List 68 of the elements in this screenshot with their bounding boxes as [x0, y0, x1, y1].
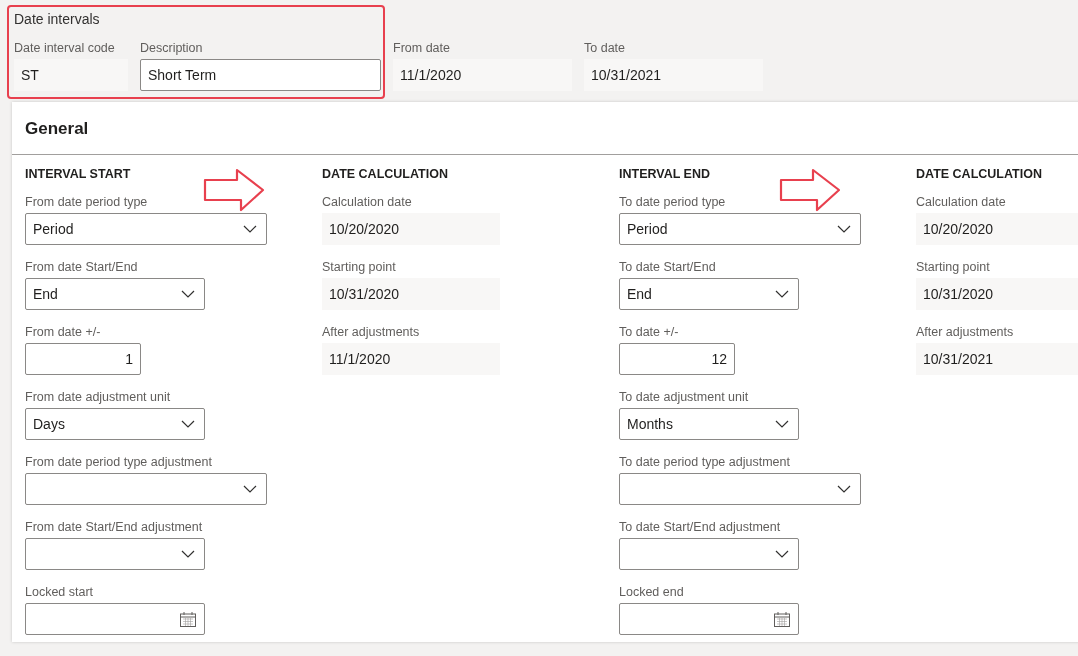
- chevron-down-icon: [774, 549, 790, 559]
- field-label: Calculation date: [322, 195, 412, 209]
- field-label: After adjustments: [916, 325, 1014, 339]
- field-label: From date period type: [25, 195, 148, 209]
- page-title: Date intervals: [14, 11, 100, 27]
- dropdown-field[interactable]: [619, 473, 861, 505]
- dropdown-field[interactable]: Days: [25, 408, 205, 440]
- field-label: After adjustments: [322, 325, 420, 339]
- readonly-field: ST: [14, 59, 128, 91]
- field-label: From date adjustment unit: [25, 390, 171, 404]
- field-label: To date: [584, 41, 625, 55]
- field-label: From date Start/End adjustment: [25, 520, 203, 534]
- chevron-down-icon: [180, 419, 196, 429]
- field-label: To date period type adjustment: [619, 455, 790, 469]
- readonly-field: 10/20/2020: [322, 213, 500, 245]
- readonly-field: 10/31/2020: [322, 278, 500, 310]
- chevron-down-icon: [242, 224, 258, 234]
- group-heading: DATE CALCULATION: [916, 167, 1042, 181]
- number-field[interactable]: 1: [25, 343, 141, 375]
- field-label: To date period type: [619, 195, 726, 209]
- readonly-field: 10/31/2020: [916, 278, 1078, 310]
- field-label: To date +/-: [619, 325, 679, 339]
- date-field[interactable]: [619, 603, 799, 635]
- calendar-icon: [774, 611, 790, 627]
- readonly-field: 10/31/2021: [916, 343, 1078, 375]
- section-title: General: [25, 119, 89, 138]
- field-label: From date +/-: [25, 325, 101, 339]
- readonly-field: 11/1/2020: [322, 343, 500, 375]
- number-field[interactable]: 12: [619, 343, 735, 375]
- dropdown-field[interactable]: [619, 538, 799, 570]
- field-label: Starting point: [322, 260, 396, 274]
- field-label: From date period type adjustment: [25, 455, 212, 469]
- chevron-down-icon: [774, 419, 790, 429]
- dropdown-field[interactable]: End: [25, 278, 205, 310]
- chevron-down-icon: [836, 484, 852, 494]
- field-label: Date interval code: [14, 41, 115, 55]
- readonly-field: 11/1/2020: [393, 59, 572, 91]
- text-field[interactable]: Short Term: [140, 59, 381, 91]
- field-label: Description: [140, 41, 203, 55]
- dropdown-field[interactable]: End: [619, 278, 799, 310]
- dropdown-field[interactable]: [25, 538, 205, 570]
- field-label: To date adjustment unit: [619, 390, 749, 404]
- field-label: To date Start/End adjustment: [619, 520, 781, 534]
- readonly-field: 10/31/2021: [584, 59, 763, 91]
- field-label: Calculation date: [916, 195, 1006, 209]
- group-heading: INTERVAL START: [25, 167, 131, 181]
- field-label: From date Start/End: [25, 260, 138, 274]
- field-label: Locked end: [619, 585, 684, 599]
- field-label: From date: [393, 41, 450, 55]
- chevron-down-icon: [774, 289, 790, 299]
- group-heading: INTERVAL END: [619, 167, 710, 181]
- dropdown-field[interactable]: [25, 473, 267, 505]
- dropdown-field[interactable]: Period: [619, 213, 861, 245]
- arrow-annotation-icon: [779, 168, 841, 212]
- arrow-annotation-icon: [203, 168, 265, 212]
- chevron-down-icon: [180, 289, 196, 299]
- field-label: Starting point: [916, 260, 990, 274]
- chevron-down-icon: [180, 549, 196, 559]
- dropdown-field[interactable]: Months: [619, 408, 799, 440]
- calendar-icon: [180, 611, 196, 627]
- readonly-field: 10/20/2020: [916, 213, 1078, 245]
- group-heading: DATE CALCULATION: [322, 167, 448, 181]
- dropdown-field[interactable]: Period: [25, 213, 267, 245]
- field-label: Locked start: [25, 585, 94, 599]
- date-field[interactable]: [25, 603, 205, 635]
- chevron-down-icon: [242, 484, 258, 494]
- field-label: To date Start/End: [619, 260, 716, 274]
- chevron-down-icon: [836, 224, 852, 234]
